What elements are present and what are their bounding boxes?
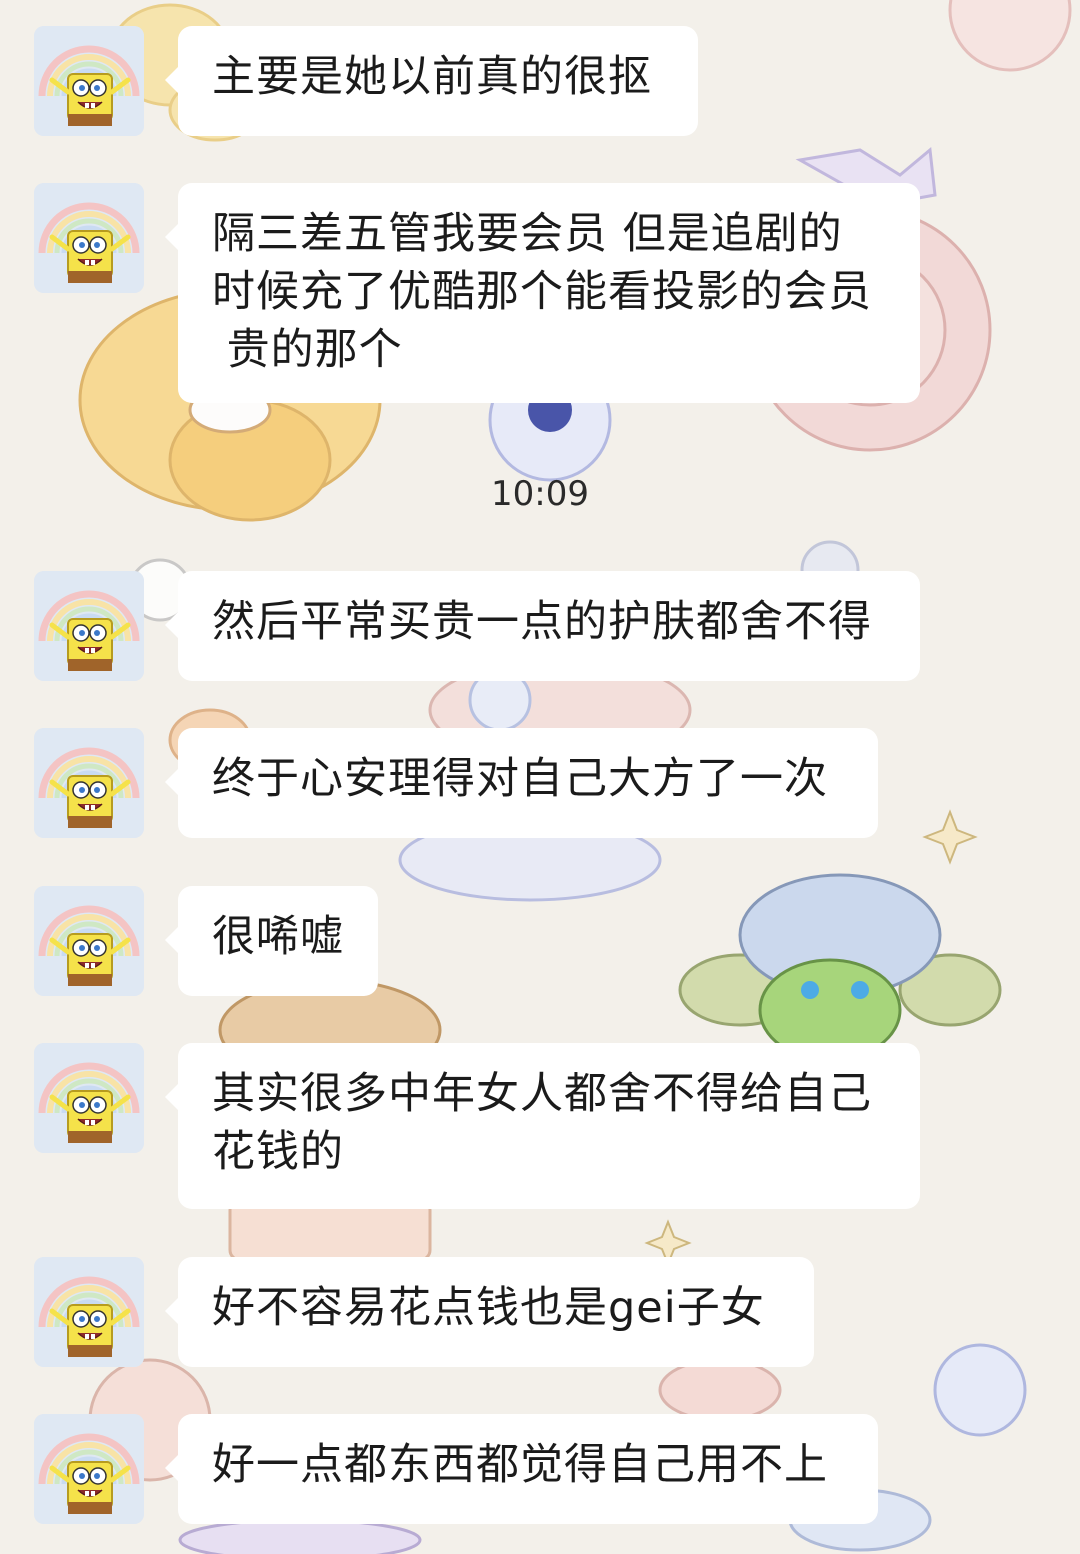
message-timestamp: 10:09 — [491, 474, 589, 514]
spongebob-avatar[interactable] — [34, 183, 144, 293]
spongebob-avatar[interactable] — [34, 1414, 144, 1524]
spongebob-avatar[interactable] — [34, 1257, 144, 1367]
message-bubble[interactable]: 主要是她以前真的很抠 — [165, 26, 698, 136]
spongebob-avatar[interactable] — [34, 571, 144, 681]
frog-illustration — [678, 873, 1002, 1062]
message-bubble[interactable]: 其实很多中年女人都舍不得给自己 花钱的 — [165, 1043, 920, 1209]
spongebob-avatar[interactable] — [34, 886, 144, 996]
spongebob-avatar[interactable] — [34, 26, 144, 136]
message-bubble[interactable]: 好一点都东西都觉得自己用不上 — [165, 1414, 878, 1524]
message-bubble[interactable]: 很唏嘘 — [165, 886, 378, 996]
spongebob-avatar[interactable] — [34, 1043, 144, 1153]
message-bubble[interactable]: 好不容易花点钱也是gei子女 — [165, 1257, 814, 1367]
message-bubble[interactable]: 终于心安理得对自己大方了一次 — [165, 728, 878, 838]
spongebob-avatar[interactable] — [34, 728, 144, 838]
message-bubble[interactable]: 隔三差五管我要会员 但是追剧的 时候充了优酷那个能看投影的会员 贵的那个 — [165, 183, 920, 403]
message-bubble[interactable]: 然后平常买贵一点的护肤都舍不得 — [165, 571, 920, 681]
